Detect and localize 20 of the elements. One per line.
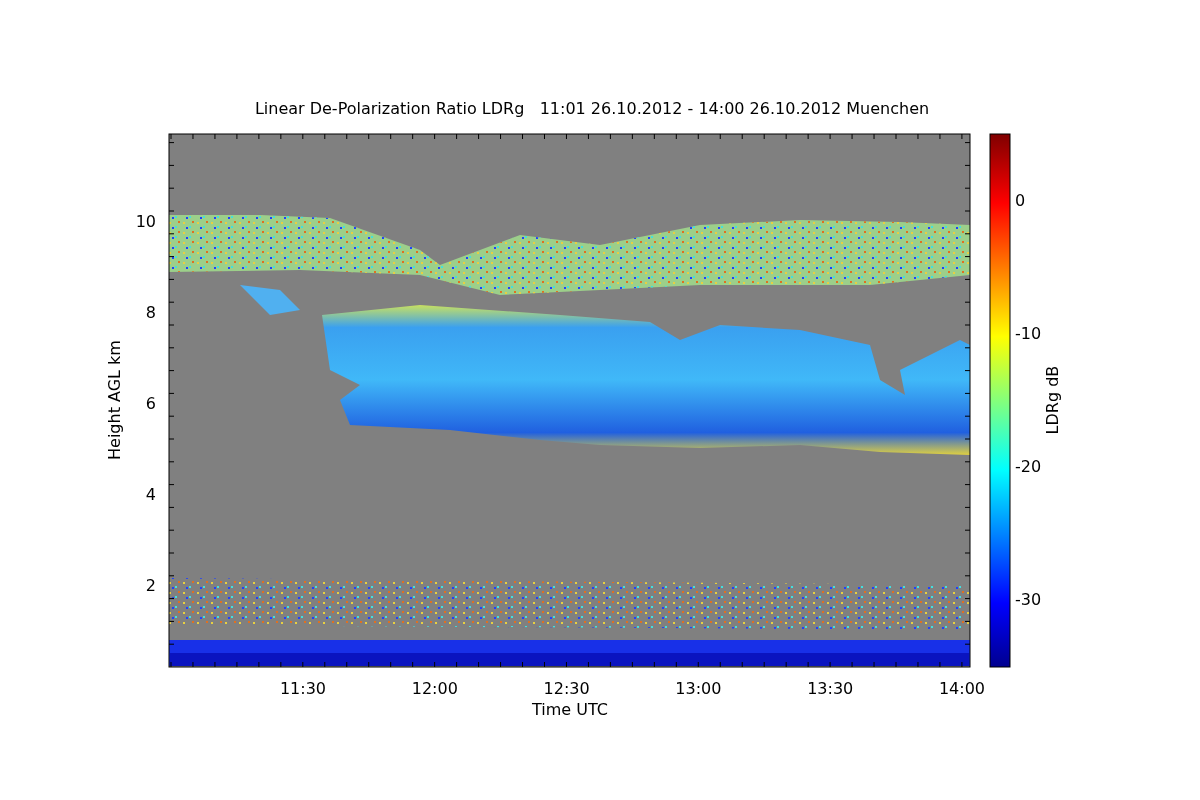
y-axis-label: Height AGL km — [105, 340, 124, 460]
x-tick-label: 11:30 — [279, 679, 327, 698]
colorbar-tick-label: -20 — [1015, 457, 1042, 476]
y-tick-label: 4 — [145, 485, 156, 504]
y-tick-label: 6 — [145, 394, 156, 413]
x-tick-label: 13:30 — [807, 679, 854, 698]
x-tick-label: 12:30 — [543, 679, 590, 698]
y-tick-label: 8 — [145, 303, 156, 322]
small-cloud-patch — [240, 285, 300, 315]
y-tick-label: 10 — [135, 212, 156, 231]
colorbar-label: LDRg dB — [1043, 365, 1062, 435]
x-tick-label: 12:00 — [411, 679, 458, 698]
x-tick-label: 14:00 — [938, 679, 986, 698]
y-tick-label: 2 — [145, 576, 156, 595]
chart-title: Linear De-Polarization Ratio LDRg 11:01 26.10.2012 - 14:00 26.10.2012 Muenchen — [254, 99, 930, 118]
colorbar-tick-label: -10 — [1015, 324, 1042, 343]
colorbar-tick-label: -30 — [1015, 590, 1042, 609]
x-axis-label: Time UTC — [532, 700, 608, 719]
colorbar-tick-label: 0 — [1015, 191, 1026, 210]
x-tick-label: 13:00 — [675, 679, 722, 698]
